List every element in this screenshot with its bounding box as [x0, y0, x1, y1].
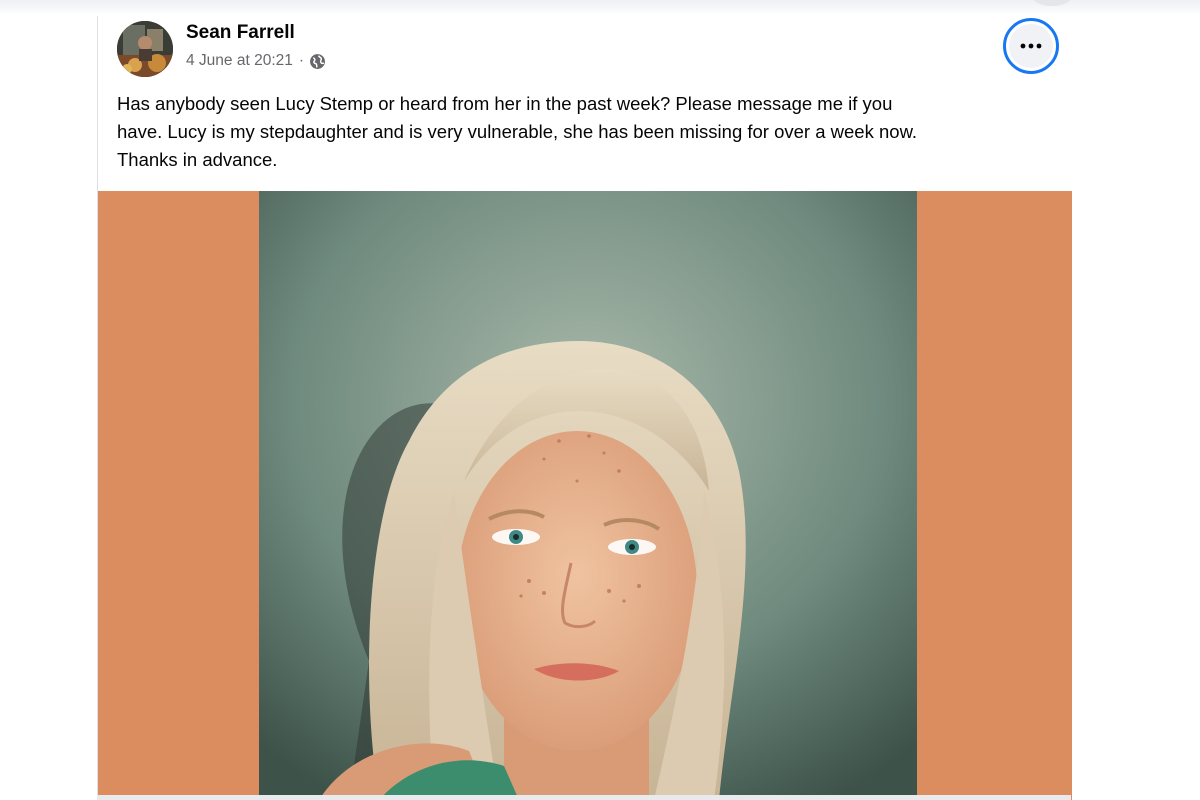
- post-header: Sean Farrell 4 June at 20:21 ·: [98, 16, 1072, 96]
- post-photo[interactable]: [259, 191, 917, 800]
- avatar[interactable]: [117, 21, 173, 77]
- more-options-button[interactable]: [1003, 18, 1059, 74]
- post-bottom-edge: [97, 795, 1071, 800]
- meta-separator: ·: [298, 52, 305, 69]
- avatar-image: [117, 21, 173, 77]
- post-meta: 4 June at 20:21 ·: [186, 52, 326, 70]
- globe-icon[interactable]: [309, 53, 326, 70]
- post-media[interactable]: [98, 191, 1072, 800]
- post-author-name[interactable]: Sean Farrell: [186, 22, 295, 44]
- post-message: Has anybody seen Lucy Stemp or heard fro…: [117, 93, 918, 170]
- top-shadow: [0, 0, 1200, 16]
- post-timestamp[interactable]: 4 June at 20:21: [186, 52, 293, 70]
- more-options-icon: [1009, 24, 1053, 68]
- portrait-image: [259, 191, 917, 800]
- feed-post: Sean Farrell 4 June at 20:21 · Has anybo…: [97, 16, 1072, 800]
